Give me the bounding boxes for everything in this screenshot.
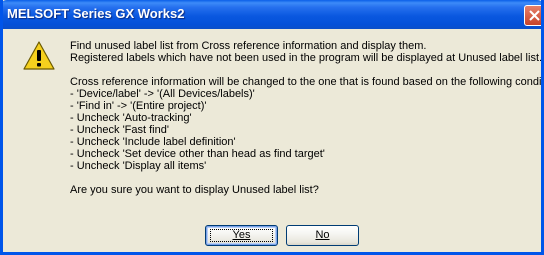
focus-rect [210, 229, 273, 242]
close-icon [529, 10, 540, 21]
condition-line: - 'Device/label' -> '(All Devices/labels… [70, 88, 255, 100]
intro-line: Find unused label list from Cross refere… [70, 40, 427, 52]
message-text: Find unused label list from Cross refere… [70, 40, 541, 208]
no-button-label: No [315, 229, 330, 241]
close-button[interactable] [524, 5, 541, 26]
intro-line: Registered labels which have not been us… [70, 52, 543, 64]
yes-button[interactable]: Yes [205, 225, 278, 246]
no-button[interactable]: No [286, 225, 359, 246]
condition-line: - Uncheck 'Include label definition' [70, 136, 236, 148]
condition-line: - Uncheck 'Display all items' [70, 160, 207, 172]
conditions-paragraph: Cross reference information will be chan… [70, 76, 541, 172]
condition-line: - Uncheck 'Auto-tracking' [70, 112, 192, 124]
question-line: Are you sure you want to display Unused … [70, 184, 319, 196]
dialog-window: MELSOFT Series GX Works2 Find unused lab… [0, 0, 544, 255]
warning-triangle-icon [23, 41, 55, 70]
intro-paragraph: Find unused label list from Cross refere… [70, 40, 541, 64]
question-paragraph: Are you sure you want to display Unused … [70, 184, 541, 196]
condition-line: Cross reference information will be chan… [70, 76, 544, 88]
window-title: MELSOFT Series GX Works2 [7, 6, 185, 21]
title-bar[interactable]: MELSOFT Series GX Works2 [3, 0, 541, 29]
condition-line: - Uncheck 'Set device other than head as… [70, 148, 325, 160]
condition-line: - 'Find in' -> '(Entire project)' [70, 100, 207, 112]
condition-line: - Uncheck 'Fast find' [70, 124, 169, 136]
